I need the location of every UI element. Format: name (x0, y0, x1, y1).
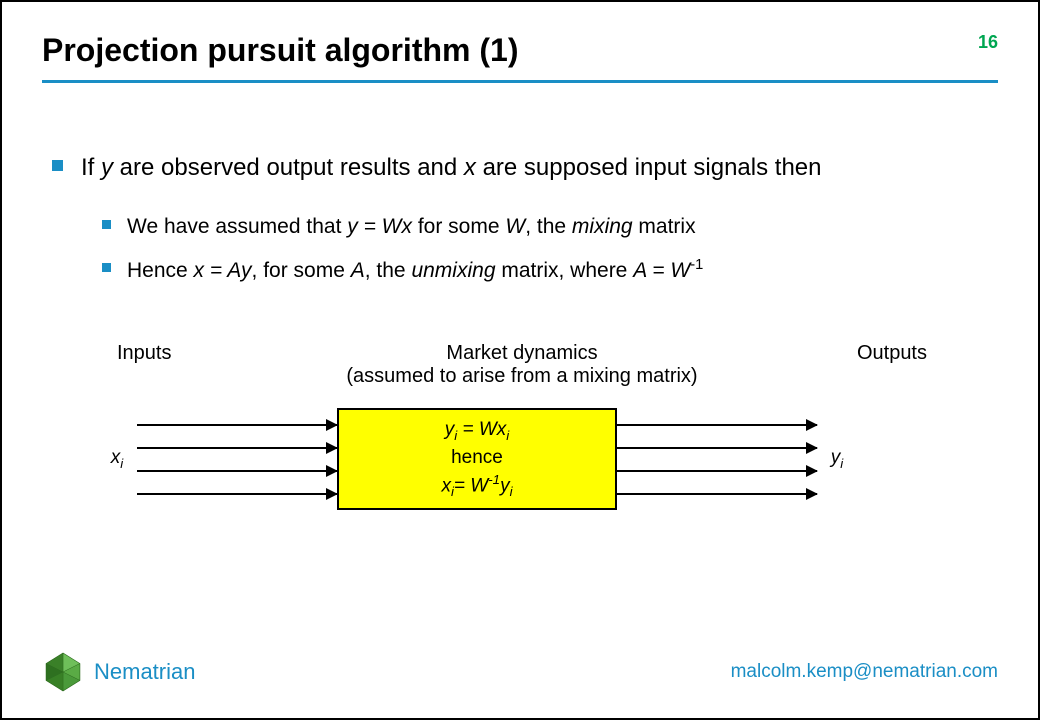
var-A: A (351, 259, 365, 282)
bullet1-text: If y are observed output results and x a… (81, 152, 821, 183)
term-mixing: mixing (572, 215, 633, 238)
var-y: y (101, 154, 113, 181)
var-x: x (464, 154, 476, 181)
content-area: If y are observed output results and x a… (52, 152, 988, 301)
footer: Nematrian malcolm.kemp@nematrian.com (42, 651, 998, 693)
box-hence: hence (451, 445, 503, 471)
text-run: -1 (690, 257, 703, 273)
var-y: y (500, 475, 510, 496)
arrow-icon (137, 447, 337, 449)
box-equation-1: yi = Wxi (445, 417, 510, 445)
arrow-icon (617, 493, 817, 495)
var-W: W (505, 215, 525, 238)
arrow-icon (137, 493, 337, 495)
brand: Nematrian (42, 651, 195, 693)
bullet-level2: Hence x = Ay, for some A, the unmixing m… (102, 256, 988, 284)
mid-label-line2: (assumed to arise from a mixing matrix) (257, 365, 787, 388)
diagram: Inputs Market dynamics (assumed to arise… (97, 342, 947, 510)
text-run: matrix, where (496, 259, 634, 282)
equation: y = Wx (347, 215, 412, 238)
mid-label-line1: Market dynamics (257, 342, 787, 365)
subscript: i (120, 456, 123, 471)
brand-name: Nematrian (94, 659, 195, 685)
mid-label: Market dynamics (assumed to arise from a… (257, 342, 787, 388)
text-run: = W (454, 475, 488, 496)
bullet-square-icon (102, 263, 111, 272)
mixing-box: yi = Wxi hence xi= W-1yi (337, 408, 617, 510)
bullet-level2: We have assumed that y = Wx for some W, … (102, 213, 988, 240)
arrow-icon (137, 470, 337, 472)
superscript: -1 (690, 257, 703, 273)
inputs-label: Inputs (97, 342, 257, 365)
diagram-row: xi yi = Wxi hence xi= W-1yi (97, 408, 947, 510)
outputs-label: Outputs (787, 342, 947, 365)
input-arrows (137, 414, 337, 504)
slide-number: 16 (978, 32, 998, 53)
subscript: i (840, 456, 843, 471)
text-run: for some (412, 215, 505, 238)
bullet-level1: If y are observed output results and x a… (52, 152, 988, 183)
title-rule (42, 80, 998, 83)
bullet3-text: Hence x = Ay, for some A, the unmixing m… (127, 256, 703, 284)
text-run: We have assumed that (127, 215, 347, 238)
equation: x = Ay (194, 259, 252, 282)
text-run: matrix (633, 215, 696, 238)
subscript: i (506, 428, 509, 443)
slide-title: Projection pursuit algorithm (1) (42, 32, 998, 69)
header: Projection pursuit algorithm (1) (42, 32, 998, 69)
input-variable: xi (97, 447, 137, 471)
subscript: i (510, 484, 513, 499)
box-equation-2: xi= W-1yi (441, 471, 512, 501)
bullet-square-icon (102, 220, 111, 229)
var-y: y (831, 447, 841, 468)
bullet-square-icon (52, 160, 63, 171)
output-arrows (617, 414, 817, 504)
text-run: = Wx (457, 419, 506, 440)
var-x: x (111, 447, 121, 468)
text-run: , the (525, 215, 572, 238)
text-run: , for some (252, 259, 351, 282)
text-run: If (81, 154, 101, 181)
slide: Projection pursuit algorithm (1) 16 If y… (0, 0, 1040, 720)
text-run: are observed output results and (113, 154, 464, 181)
var-y: y (445, 419, 455, 440)
text-run: , the (365, 259, 412, 282)
arrow-icon (617, 470, 817, 472)
diagram-labels: Inputs Market dynamics (assumed to arise… (97, 342, 947, 388)
arrow-icon (137, 424, 337, 426)
superscript: -1 (488, 472, 500, 487)
bullet2-text: We have assumed that y = Wx for some W, … (127, 213, 696, 240)
footer-email: malcolm.kemp@nematrian.com (731, 661, 998, 683)
var-x: x (441, 475, 451, 496)
arrow-icon (617, 447, 817, 449)
text-run: Hence (127, 259, 194, 282)
logo-icon (42, 651, 84, 693)
arrow-icon (617, 424, 817, 426)
output-variable: yi (817, 447, 857, 471)
text-run: are supposed input signals then (476, 154, 822, 181)
equation: A = W (633, 259, 690, 282)
term-unmixing: unmixing (411, 259, 495, 282)
